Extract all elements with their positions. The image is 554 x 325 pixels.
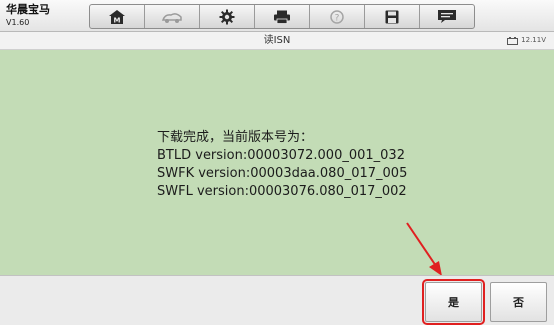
home-button[interactable]: M xyxy=(90,5,145,28)
svg-text:?: ? xyxy=(335,13,340,23)
annotation-arrow xyxy=(406,222,442,276)
toolbar-button-group: M ? xyxy=(89,4,475,29)
settings-gear-icon xyxy=(219,9,235,24)
message-panel: 下载完成，当前版本号为： BTLD version:00003072.000_0… xyxy=(0,50,554,275)
message-line-swfk: SWFK version:00003daa.080_017_005 xyxy=(157,166,408,181)
message-icon xyxy=(438,10,456,23)
result-message: 下载完成，当前版本号为： BTLD version:00003072.000_0… xyxy=(157,129,407,201)
app-version: V1.60 xyxy=(6,18,30,27)
print-button[interactable] xyxy=(255,5,310,28)
message-line-btld: BTLD version:00003072.000_001_032 xyxy=(157,148,405,163)
settings-button[interactable] xyxy=(200,5,255,28)
page-header: 读ISN 12.11V xyxy=(0,32,554,50)
save-icon xyxy=(385,10,399,23)
yes-button[interactable]: 是 xyxy=(422,279,485,325)
app-title: 华晨宝马 xyxy=(6,3,50,16)
no-button[interactable]: 否 xyxy=(490,282,547,322)
page-title: 读ISN xyxy=(263,35,291,46)
vehicle-icon xyxy=(161,12,182,23)
message-line-status: 下载完成，当前版本号为： xyxy=(157,130,314,145)
svg-text:M: M xyxy=(114,16,121,24)
help-icon: ? xyxy=(330,9,344,24)
vehicle-button[interactable] xyxy=(145,5,200,28)
battery-status: 12.11V xyxy=(507,36,546,45)
message-button[interactable] xyxy=(420,5,474,28)
printer-icon xyxy=(274,10,290,24)
save-button[interactable] xyxy=(365,5,420,28)
battery-icon xyxy=(507,36,519,45)
battery-voltage: 12.11V xyxy=(521,36,546,44)
top-toolbar: 华晨宝马 V1.60 M ? xyxy=(0,0,554,32)
bottom-action-bar: 是 否 xyxy=(0,275,554,325)
help-button[interactable]: ? xyxy=(310,5,365,28)
home-icon: M xyxy=(109,9,125,24)
message-line-swfl: SWFL version:00003076.080_017_002 xyxy=(157,184,407,199)
